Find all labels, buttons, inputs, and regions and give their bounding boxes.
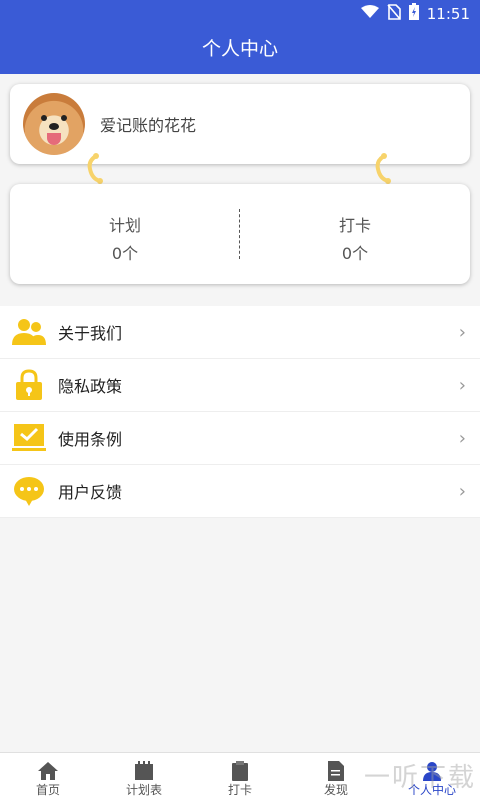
tab-label: 计划表 xyxy=(125,783,162,797)
stat-plan[interactable]: 计划 0个 xyxy=(10,212,240,264)
tab-label: 发现 xyxy=(323,783,348,797)
stat-plan-count: 0个 xyxy=(111,244,139,263)
tab-plan-table[interactable]: 计划表 xyxy=(96,753,192,800)
page-title: 个人中心 xyxy=(0,26,480,74)
tab-profile[interactable]: 个人中心 xyxy=(384,753,480,800)
tab-label: 打卡 xyxy=(227,783,252,797)
no-sim-icon xyxy=(387,3,401,24)
bottom-tab-bar: 首页 计划表 打卡 发现 个人中心 xyxy=(0,752,480,800)
stat-plan-label: 计划 xyxy=(108,216,141,235)
status-bar: 11:51 xyxy=(0,0,480,26)
menu-item-feedback[interactable]: 用户反馈 › xyxy=(0,465,480,518)
stats-card: 计划 0个 打卡 0个 xyxy=(10,184,470,284)
stat-checkin-count: 0个 xyxy=(341,244,369,263)
stat-checkin[interactable]: 打卡 0个 xyxy=(240,212,470,264)
tab-checkin[interactable]: 打卡 xyxy=(192,753,288,800)
battery-icon xyxy=(408,3,419,24)
tab-home[interactable]: 首页 xyxy=(0,753,96,800)
chevron-right-icon: › xyxy=(458,428,466,449)
hook-decoration-right xyxy=(374,153,392,185)
clipboard-icon xyxy=(192,759,288,781)
menu-item-label: 使用条例 xyxy=(58,430,123,449)
menu-item-privacy[interactable]: 隐私政策 › xyxy=(0,359,480,412)
laptop-check-icon xyxy=(12,421,46,455)
hook-decoration-left xyxy=(86,153,104,185)
settings-menu: 关于我们 › 隐私政策 › 使用条例 › 用户反馈 › xyxy=(0,306,480,518)
tab-discover[interactable]: 发现 xyxy=(288,753,384,800)
person-icon xyxy=(384,759,480,781)
lock-icon xyxy=(12,368,46,402)
chevron-right-icon: › xyxy=(458,481,466,502)
tab-label: 个人中心 xyxy=(407,783,456,797)
users-icon xyxy=(12,315,46,349)
status-time: 11:51 xyxy=(426,4,470,23)
stat-checkin-label: 打卡 xyxy=(338,216,371,235)
chevron-right-icon: › xyxy=(458,375,466,396)
calendar-icon xyxy=(96,759,192,781)
profile-card[interactable]: 爱记账的花花 xyxy=(10,84,470,164)
menu-item-label: 用户反馈 xyxy=(58,483,123,502)
wifi-icon xyxy=(360,4,379,23)
profile-name: 爱记账的花花 xyxy=(100,116,197,135)
menu-item-terms[interactable]: 使用条例 › xyxy=(0,412,480,465)
avatar-nose xyxy=(49,123,59,130)
avatar-eye-right xyxy=(61,115,67,121)
avatar-eye-left xyxy=(41,115,47,121)
menu-item-label: 隐私政策 xyxy=(58,377,123,396)
avatar-tongue xyxy=(47,133,61,145)
chat-bubble-icon xyxy=(12,474,46,508)
tab-label: 首页 xyxy=(35,783,60,797)
home-icon xyxy=(0,759,96,781)
avatar[interactable] xyxy=(23,93,85,155)
document-icon xyxy=(288,759,384,781)
menu-item-label: 关于我们 xyxy=(58,324,123,343)
menu-item-about[interactable]: 关于我们 › xyxy=(0,306,480,359)
chevron-right-icon: › xyxy=(458,322,466,343)
